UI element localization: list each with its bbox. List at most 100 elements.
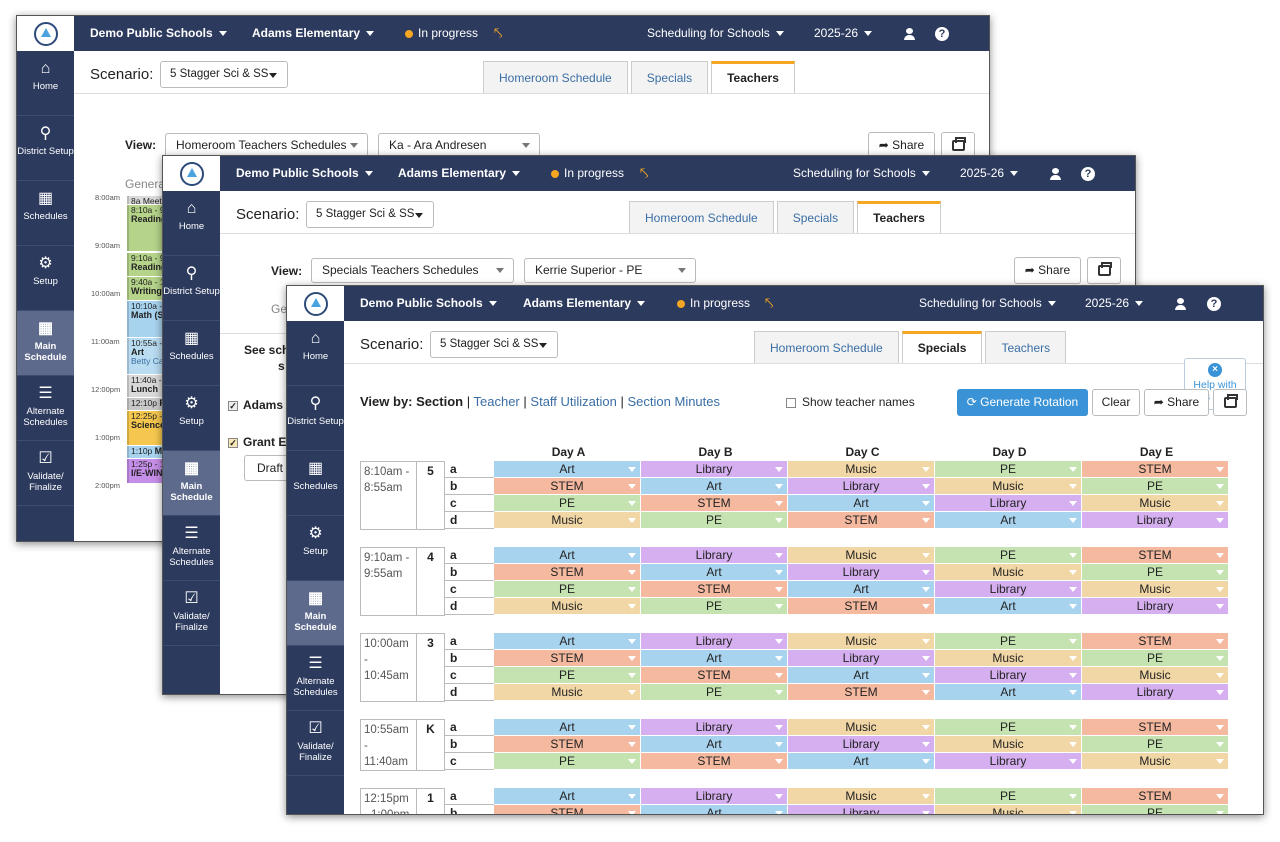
sidebar-item-district-setup[interactable]: ⚲ District Setup xyxy=(287,386,344,451)
sidebar-item-district-setup[interactable]: ⚲ District Setup xyxy=(17,116,74,181)
special-select[interactable]: STEM xyxy=(1082,547,1229,564)
special-select[interactable]: Music xyxy=(494,598,641,615)
school-checkbox-grant[interactable]: ✓ Grant E xyxy=(228,435,286,449)
special-select[interactable]: Art xyxy=(935,512,1082,529)
tab-teachers[interactable]: Teachers xyxy=(985,331,1067,363)
special-select[interactable]: Library xyxy=(1082,598,1229,615)
special-select[interactable]: Music xyxy=(788,633,935,650)
year-dropdown[interactable]: 2025-26 xyxy=(960,156,1019,191)
calendar-event[interactable]: 10:55a - 1 Art Betty Ca xyxy=(127,338,167,374)
user-icon[interactable] xyxy=(1050,156,1061,191)
tab-specials[interactable]: Specials xyxy=(776,201,855,233)
special-select[interactable]: Music xyxy=(788,547,935,564)
print-button[interactable] xyxy=(1213,389,1247,416)
special-select[interactable]: Music xyxy=(788,788,935,805)
special-select[interactable]: Art xyxy=(935,684,1082,701)
special-select[interactable]: PE xyxy=(935,633,1082,650)
tab-teachers[interactable]: Teachers xyxy=(857,201,941,233)
special-select[interactable]: STEM xyxy=(788,512,935,529)
special-select[interactable]: STEM xyxy=(494,805,641,814)
share-button[interactable]: ➦ Share xyxy=(1014,257,1081,284)
special-select[interactable]: Art xyxy=(641,564,788,581)
special-select[interactable]: Music xyxy=(935,736,1082,753)
sidebar-item-schedules[interactable]: ▦ Schedules xyxy=(17,181,74,246)
special-select[interactable]: Art xyxy=(788,753,935,770)
special-select[interactable]: Library xyxy=(935,667,1082,684)
sidebar-item-setup[interactable]: ⚙ Setup xyxy=(17,246,74,311)
special-select[interactable]: Art xyxy=(788,495,935,512)
sidebar-item-setup[interactable]: ⚙ Setup xyxy=(287,516,344,581)
school-dropdown[interactable]: Adams Elementary xyxy=(252,16,375,51)
special-select[interactable]: STEM xyxy=(1082,633,1229,650)
special-select[interactable]: PE xyxy=(1082,478,1229,495)
special-select[interactable]: Art xyxy=(494,788,641,805)
special-select[interactable]: PE xyxy=(494,667,641,684)
app-logo[interactable] xyxy=(17,16,74,51)
special-select[interactable]: Music xyxy=(935,478,1082,495)
special-select[interactable]: Library xyxy=(641,719,788,736)
scenario-select[interactable]: 5 Stagger Sci & SS xyxy=(306,201,434,228)
special-select[interactable]: Library xyxy=(935,753,1082,770)
special-select[interactable]: Art xyxy=(641,650,788,667)
clear-button[interactable]: Clear xyxy=(1092,389,1140,416)
special-select[interactable]: PE xyxy=(641,598,788,615)
sidebar-item-alternate-schedules[interactable]: ☰ Alternate Schedules xyxy=(17,376,74,441)
school-checkbox-adams[interactable]: ✓ Adams xyxy=(228,398,283,412)
calendar-event[interactable]: 8:10a - 9 Reading xyxy=(127,205,167,251)
share-button[interactable]: ➦ Share xyxy=(1144,389,1209,416)
special-select[interactable]: Art xyxy=(641,805,788,814)
print-button[interactable] xyxy=(1087,257,1121,284)
app-logo[interactable] xyxy=(163,156,220,191)
special-select[interactable]: Art xyxy=(935,598,1082,615)
special-select[interactable]: PE xyxy=(935,461,1082,478)
scenario-select[interactable]: 5 Stagger Sci & SS xyxy=(430,331,558,358)
product-dropdown[interactable]: Scheduling for Schools xyxy=(647,16,784,51)
special-select[interactable]: Library xyxy=(935,495,1082,512)
sidebar-item-validate[interactable]: ☑ Validate/ Finalize xyxy=(17,441,74,506)
district-dropdown[interactable]: Demo Public Schools xyxy=(236,156,373,191)
special-select[interactable]: STEM xyxy=(641,495,788,512)
special-select[interactable]: Art xyxy=(494,633,641,650)
special-select[interactable]: Music xyxy=(494,512,641,529)
special-select[interactable]: Music xyxy=(935,650,1082,667)
year-dropdown[interactable]: 2025-26 xyxy=(1085,286,1144,321)
special-select[interactable]: Library xyxy=(641,547,788,564)
special-select[interactable]: Music xyxy=(1082,581,1229,598)
calendar-event[interactable]: 1:10p Ma xyxy=(127,446,167,458)
help-icon[interactable]: ? xyxy=(935,16,949,51)
calendar-event[interactable]: 9:40a - 1 Writing xyxy=(127,277,167,300)
tab-homeroom-schedule[interactable]: Homeroom Schedule xyxy=(483,61,628,93)
sidebar-item-main-schedule[interactable]: ▦ Main Schedule xyxy=(287,581,344,646)
sidebar-item-home[interactable]: ⌂ Home xyxy=(17,51,74,116)
special-select[interactable]: PE xyxy=(1082,564,1229,581)
special-select[interactable]: Art xyxy=(788,667,935,684)
special-select[interactable]: PE xyxy=(494,581,641,598)
calendar-event[interactable]: 9:10a - 9 Reading xyxy=(127,253,167,276)
special-select[interactable]: Library xyxy=(935,581,1082,598)
sidebar-item-validate[interactable]: ☑ Validate/ Finalize xyxy=(163,581,220,646)
special-select[interactable]: PE xyxy=(641,512,788,529)
school-dropdown[interactable]: Adams Elementary xyxy=(523,286,646,321)
teacher-select[interactable]: Kerrie Superior - PE xyxy=(524,258,696,283)
special-select[interactable]: STEM xyxy=(494,650,641,667)
show-teacher-names-checkbox[interactable]: Show teacher names xyxy=(786,395,915,409)
special-select[interactable]: Music xyxy=(788,719,935,736)
sidebar-item-main-schedule[interactable]: ▦ Main Schedule xyxy=(163,451,220,516)
special-select[interactable]: STEM xyxy=(641,581,788,598)
tab-homeroom-schedule[interactable]: Homeroom Schedule xyxy=(754,331,899,363)
app-logo[interactable] xyxy=(287,286,344,321)
special-select[interactable]: STEM xyxy=(1082,719,1229,736)
view-by-staff-utilization-link[interactable]: Staff Utilization xyxy=(530,394,616,409)
special-select[interactable]: Library xyxy=(1082,684,1229,701)
special-select[interactable]: PE xyxy=(1082,736,1229,753)
special-select[interactable]: Library xyxy=(641,461,788,478)
product-dropdown[interactable]: Scheduling for Schools xyxy=(919,286,1056,321)
special-select[interactable]: Art xyxy=(494,461,641,478)
school-dropdown[interactable]: Adams Elementary xyxy=(398,156,521,191)
district-dropdown[interactable]: Demo Public Schools xyxy=(90,16,227,51)
sidebar-item-main-schedule[interactable]: ▦ Main Schedule xyxy=(17,311,74,376)
special-select[interactable]: STEM xyxy=(1082,461,1229,478)
tab-homeroom-schedule[interactable]: Homeroom Schedule xyxy=(629,201,774,233)
special-select[interactable]: PE xyxy=(1082,650,1229,667)
special-select[interactable]: Library xyxy=(788,650,935,667)
